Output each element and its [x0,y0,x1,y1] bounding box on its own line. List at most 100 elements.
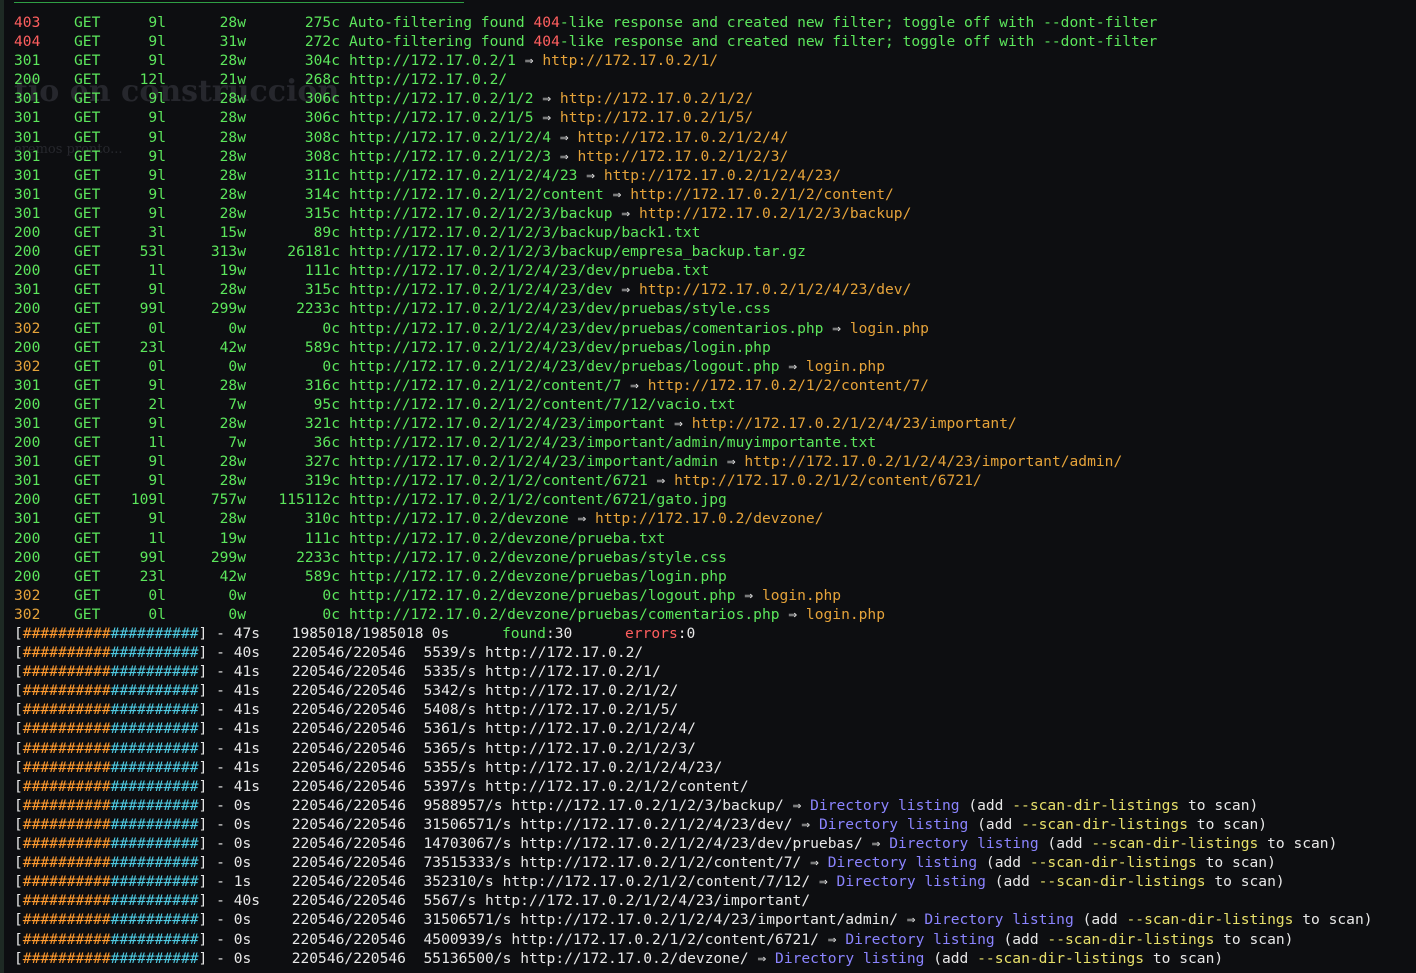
scan-url[interactable]: http://172.17.0.2/1/2/4/23/dev/pruebas/ [520,835,863,852]
progress-bracket: [ [14,625,23,642]
scan-url[interactable]: http://172.17.0.2/1/2/3/backup/ [511,797,783,814]
arrow-space [630,281,639,298]
result-url[interactable]: http://172.17.0.2/1/2/content/6721/gato.… [349,491,727,508]
scan-url[interactable]: http://172.17.0.2/1/2/4/23/dev/ [520,816,792,833]
filter-status-code: 404 [533,14,560,31]
result-url[interactable]: http://172.17.0.2/devzone/prueba.txt [349,530,665,547]
result-url[interactable]: http://172.17.0.2/1 [349,52,516,69]
line-count: 12l [139,71,166,89]
scan-url[interactable]: http://172.17.0.2/1/2/4/ [485,720,696,737]
result-url[interactable]: http://172.17.0.2/1/2/4/23 [349,167,577,184]
progress-bracket: [ [14,873,23,891]
result-url[interactable]: http://172.17.0.2/1/2 [349,90,534,107]
result-url[interactable]: http://172.17.0.2/1/2/3 [349,148,551,165]
result-url[interactable]: http://172.17.0.2/1/2/4/23/dev [349,281,613,298]
redirect-target[interactable]: http://172.17.0.2/devzone/ [595,510,823,527]
progress-bar: #################### [22,854,199,872]
request-count: 220546/220546 [291,701,406,719]
separator: - [207,930,234,948]
redirect-target[interactable]: http://172.17.0.2/1/2/4/23/ [604,167,841,184]
redirect-target[interactable]: http://172.17.0.2/1/2/4/23/important/adm… [744,453,1122,470]
http-method: GET [74,414,101,432]
result-url[interactable]: http://172.17.0.2/1/2/content [349,186,604,203]
scan-url[interactable]: http://172.17.0.2/1/2/content/7/ [520,854,801,871]
redirect-target[interactable]: http://172.17.0.2/1/2/content/6721/ [674,472,982,489]
progress-bar: #################### [22,682,199,700]
scan-dir-listings-flag: --scan-dir-listings [1038,873,1206,891]
result-url[interactable]: http://172.17.0.2/devzone/pruebas/logout… [349,587,736,604]
redirect-target[interactable]: login.php [850,320,929,337]
line-count: 9l [148,128,166,146]
terminal-window[interactable]: tio en construcción eremos pronto... 403… [0,0,1416,973]
redirect-target[interactable]: login.php [762,587,841,604]
redirect-arrow-icon: ⇒ [586,166,596,184]
word-count: 15w [219,224,246,242]
result-url[interactable]: http://172.17.0.2/1/2/4 [349,129,551,146]
scan-url[interactable]: http://172.17.0.2/1/2/content/6721/ [511,931,819,948]
result-url[interactable]: http://172.17.0.2/1/2/3/backup [349,205,613,222]
line-count: 0l [148,319,166,337]
separator: - [207,777,234,795]
scan-url[interactable]: http://172.17.0.2/1/ [485,663,661,680]
result-url[interactable]: http://172.17.0.2/1/2/content/6721 [349,472,648,489]
result-url[interactable]: http://172.17.0.2/1/2/4/23/important/adm… [349,434,876,451]
scan-url[interactable]: http://172.17.0.2/1/2/ [485,682,678,699]
result-url[interactable]: http://172.17.0.2/1/2/content/7 [349,377,621,394]
result-url[interactable]: http://172.17.0.2/devzone/pruebas/style.… [349,549,727,566]
redirect-target[interactable]: http://172.17.0.2/1/ [542,52,718,69]
progress-bracket: [ [14,663,23,681]
scan-url[interactable]: http://172.17.0.2/1/2/4/23/ [485,759,722,776]
result-url[interactable]: http://172.17.0.2/ [349,71,507,88]
redirect-target[interactable]: http://172.17.0.2/1/2/ [560,90,753,107]
scan-url[interactable]: http://172.17.0.2/devzone/ [520,950,748,967]
terminal-output: 403 GET 9l 28w 275c Auto-filtering found 404-… [14,13,1373,968]
result-url[interactable]: http://172.17.0.2/1/2/4/23/dev/pruebas/l… [349,339,771,356]
result-url[interactable]: http://172.17.0.2/1/2/3/backup/back1.txt [349,224,700,241]
redirect-target[interactable]: login.php [806,606,885,623]
redirect-target[interactable]: http://172.17.0.2/1/2/content/ [630,186,894,203]
redirect-target[interactable]: http://172.17.0.2/1/2/4/23/important/ [692,415,1017,432]
scan-url[interactable]: http://172.17.0.2/1/2/3/ [485,740,696,757]
result-url[interactable]: http://172.17.0.2/devzone [349,510,569,527]
arrow-space [819,854,828,871]
filter-message-tail: -like response and created new filter; t… [559,33,1158,51]
result-url[interactable]: http://172.17.0.2/1/2/3/backup/empresa_b… [349,243,806,260]
scan-url[interactable]: http://172.17.0.2/ [485,644,643,661]
progress-bracket: [ [14,701,23,719]
char-count: 315c [304,204,340,222]
scan-url[interactable]: http://172.17.0.2/1/2/content/ [485,778,749,795]
redirect-target[interactable]: http://172.17.0.2/1/2/4/23/dev/ [639,281,911,298]
result-url[interactable]: http://172.17.0.2/devzone/pruebas/coment… [349,606,780,623]
scan-progress-row: [####################] - 0s 220546/220546… [14,853,1373,872]
result-url[interactable]: http://172.17.0.2/devzone/pruebas/login.… [349,568,727,585]
arrow-space [604,186,613,203]
progress-bracket: [ [14,777,23,795]
scan-url[interactable]: http://172.17.0.2/1/5/ [485,701,678,718]
redirect-target[interactable]: http://172.17.0.2/1/5/ [560,109,753,126]
result-url[interactable]: http://172.17.0.2/1/5 [349,109,534,126]
result-url[interactable]: http://172.17.0.2/1/2/4/23/important [349,415,665,432]
result-row: 301 GET 9l 28w 321c http://172.17.0.2/1/2/4/2… [14,414,1373,433]
result-url[interactable]: http://172.17.0.2/1/2/4/23/important/adm… [349,453,718,470]
result-url[interactable]: http://172.17.0.2/1/2/4/23/dev/pruebas/c… [349,320,823,337]
scan-url[interactable]: http://172.17.0.2/1/2/content/7/12/ [503,873,811,890]
arrow-space [828,873,837,890]
scan-url[interactable]: http://172.17.0.2/1/2/4/23/important/adm… [520,911,898,928]
redirect-target[interactable]: http://172.17.0.2/1/2/4/ [577,129,788,146]
redirect-target[interactable]: http://172.17.0.2/1/2/content/7/ [648,377,929,394]
elapsed-time: 41s [233,739,261,757]
result-url[interactable]: http://172.17.0.2/1/2/4/23/dev/pruebas/l… [349,358,780,375]
result-url[interactable]: http://172.17.0.2/1/2/content/7/12/vacio… [349,396,736,413]
result-url[interactable]: http://172.17.0.2/1/2/4/23/dev/pruebas/s… [349,300,771,317]
result-url[interactable]: http://172.17.0.2/1/2/4/23/dev/prueba.tx… [349,262,709,279]
redirect-target[interactable]: http://172.17.0.2/1/2/3/ [577,148,788,165]
redirect-target[interactable]: login.php [806,358,885,375]
status-code: 301 [14,414,41,432]
redirect-target[interactable]: http://172.17.0.2/1/2/3/backup/ [639,205,911,222]
scan-url[interactable]: http://172.17.0.2/1/2/4/23/important/ [485,892,810,909]
